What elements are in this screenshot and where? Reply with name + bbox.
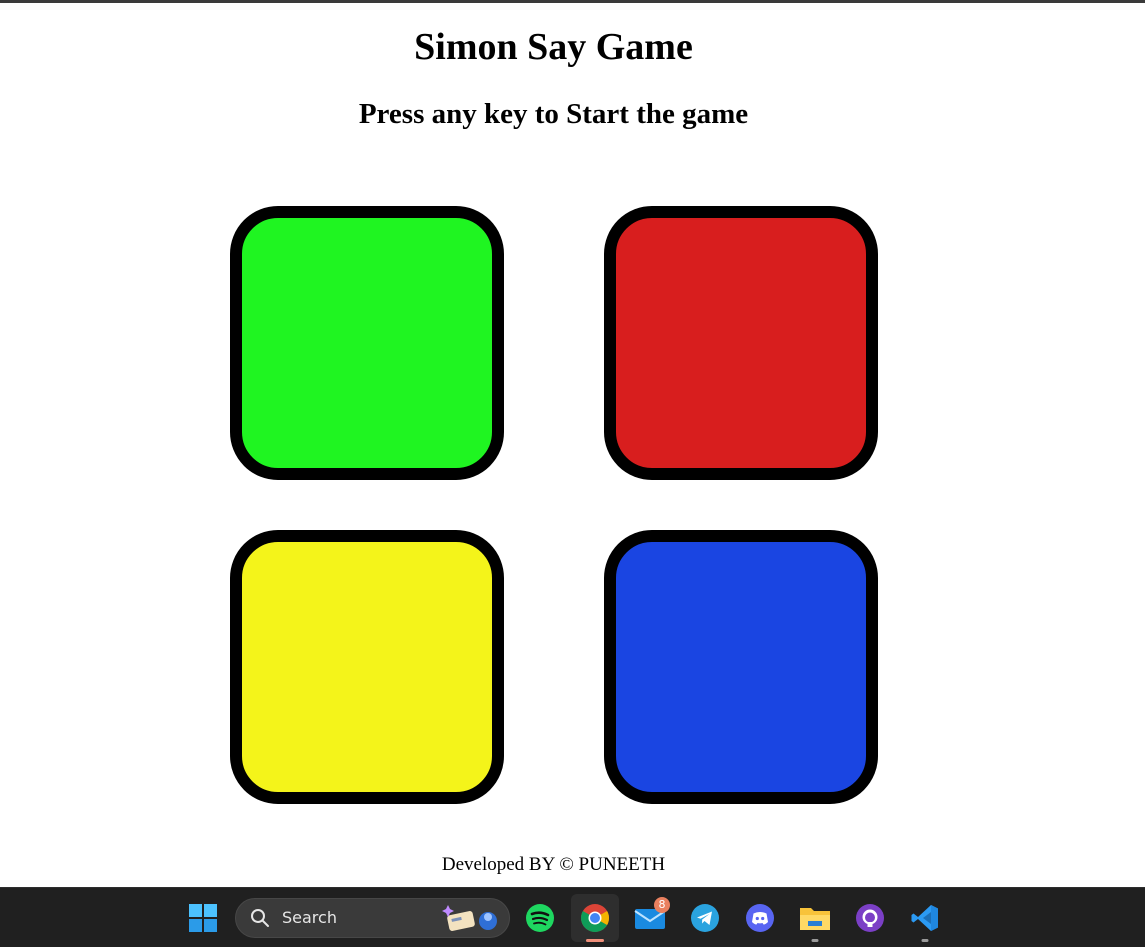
windows-taskbar: Search 8 — [0, 887, 1145, 947]
blue-button[interactable] — [604, 530, 878, 804]
yellow-button[interactable] — [230, 530, 504, 804]
taskbar-file-explorer[interactable] — [791, 894, 839, 942]
taskbar-chrome[interactable] — [571, 894, 619, 942]
taskbar-telegram[interactable] — [681, 894, 729, 942]
game-page: Simon Say Game Press any key to Start th… — [0, 3, 1145, 887]
mail-badge: 8 — [654, 897, 670, 913]
footer-credit: Developed BY © PUNEETH — [441, 854, 666, 875]
chrome-icon — [581, 904, 609, 932]
github-icon — [856, 904, 884, 932]
game-status: Press any key to Start the game — [358, 98, 749, 130]
taskbar-search-box[interactable]: Search — [235, 898, 510, 938]
open-indicator — [921, 939, 929, 942]
file-explorer-icon — [800, 908, 830, 930]
green-button[interactable] — [230, 206, 504, 480]
active-indicator — [586, 939, 604, 942]
spotify-icon — [526, 904, 554, 932]
search-icon — [251, 909, 269, 927]
discord-icon — [746, 904, 774, 932]
taskbar-spotify[interactable] — [516, 894, 564, 942]
page-title: Simon Say Game — [414, 26, 693, 68]
search-highlight-icon — [442, 905, 497, 931]
search-label: Search — [282, 908, 337, 927]
start-icon — [189, 904, 217, 932]
taskbar-vscode[interactable] — [901, 894, 949, 942]
taskbar-github[interactable] — [846, 894, 894, 942]
open-indicator — [811, 939, 819, 942]
start-button[interactable] — [179, 894, 227, 942]
red-button[interactable] — [604, 206, 878, 480]
taskbar-discord[interactable] — [736, 894, 784, 942]
taskbar-mail[interactable]: 8 — [626, 894, 674, 942]
telegram-icon — [691, 904, 719, 932]
vscode-icon — [911, 905, 938, 931]
